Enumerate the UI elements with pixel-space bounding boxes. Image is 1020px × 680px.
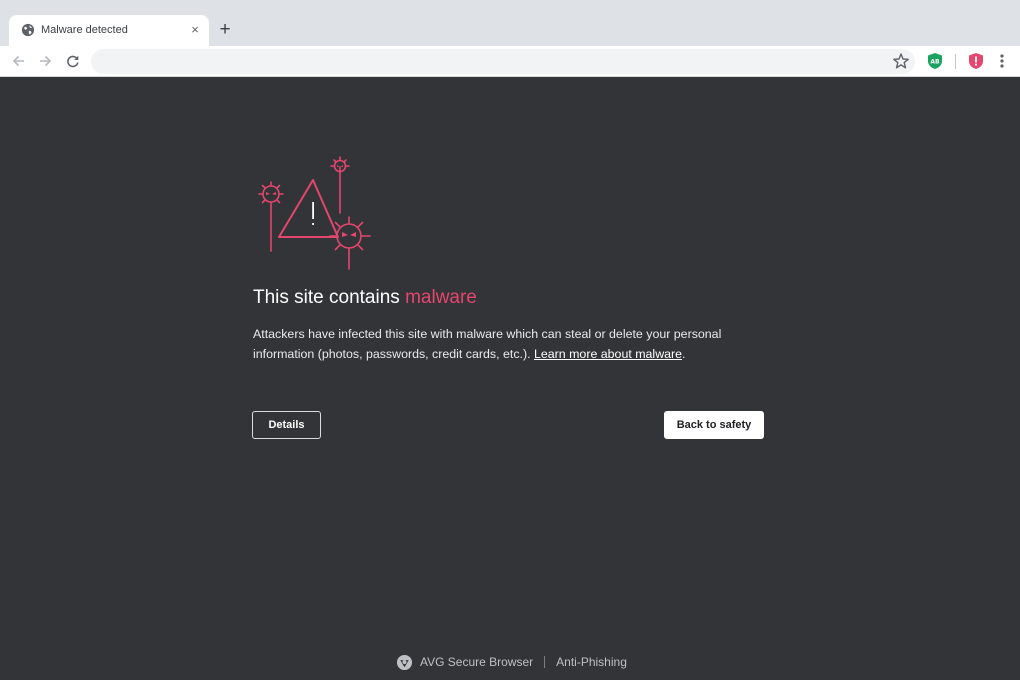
tab-title: Malware detected (41, 24, 128, 36)
reload-icon[interactable] (63, 51, 83, 71)
avg-logo-icon (396, 654, 413, 670)
description-end: . (682, 347, 686, 361)
page-title-accent: malware (405, 287, 477, 308)
footer: AVG Secure Browser Anti-Phishing (0, 652, 1020, 672)
tab-close-icon[interactable]: × (187, 21, 203, 39)
back-to-safety-button[interactable]: Back to safety (664, 411, 764, 439)
bookmark-star-icon[interactable] (891, 51, 911, 71)
details-button[interactable]: Details (252, 411, 321, 439)
learn-more-link[interactable]: Learn more about malware (534, 347, 682, 361)
address-input[interactable] (103, 49, 883, 74)
toolbar-divider (955, 54, 956, 69)
footer-feature: Anti-Phishing (556, 655, 627, 669)
svg-text:AB: AB (930, 58, 940, 65)
footer-divider (544, 656, 546, 668)
back-arrow-icon[interactable] (9, 51, 29, 71)
globe-icon (21, 23, 35, 37)
tab-malware-detected[interactable]: Malware detected × (9, 15, 209, 46)
page-title: This site contains malware (253, 286, 477, 310)
new-tab-button[interactable]: + (215, 20, 235, 40)
adblock-extension-icon[interactable]: AB (926, 52, 944, 70)
tab-strip: Malware detected × + (0, 0, 1020, 46)
shield-extension-icon[interactable] (967, 52, 985, 70)
page-title-prefix: This site contains (253, 287, 406, 308)
toolbar: AB (0, 46, 1020, 77)
footer-branding: AVG Secure Browser Anti-Phishing (396, 652, 627, 672)
warning-description: Attackers have infected this site with m… (253, 324, 773, 364)
menu-dots-icon[interactable] (994, 51, 1010, 71)
malware-warning-illustration (258, 156, 371, 270)
address-bar[interactable] (91, 49, 915, 74)
forward-arrow-icon[interactable] (35, 51, 55, 71)
footer-brand: AVG Secure Browser (420, 655, 534, 669)
